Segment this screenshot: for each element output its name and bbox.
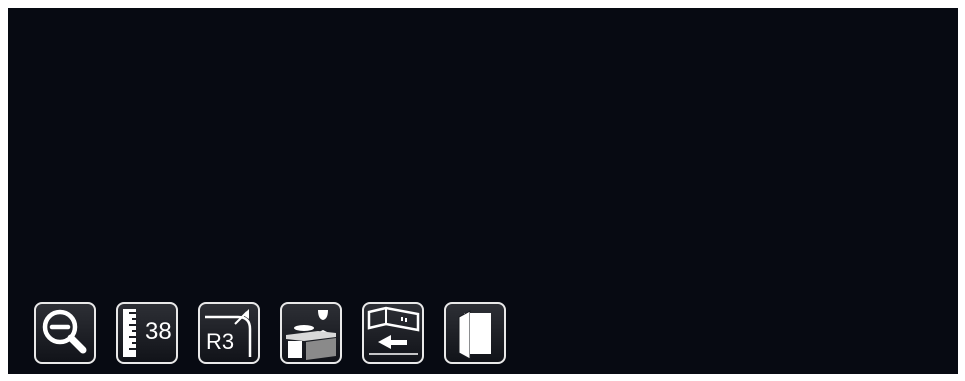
thickness-button[interactable]: 38 (116, 302, 178, 364)
cabinet-door-button[interactable] (444, 302, 506, 364)
wall-cabinet-button[interactable] (362, 302, 424, 364)
bottom-toolbar: 38 R3 (34, 302, 506, 364)
edge-radius-button[interactable]: R3 (198, 302, 260, 364)
wall-cabinet-icon (367, 306, 420, 355)
render-viewport: 38 R3 (8, 8, 958, 374)
thickness-value: 38 (145, 318, 172, 345)
edge-radius-value: R3 (206, 329, 235, 354)
worktop-icon (286, 310, 336, 360)
zoom-out-button[interactable] (34, 302, 96, 364)
cabinet-door-icon (458, 310, 491, 360)
worktop-button[interactable] (280, 302, 342, 364)
zoom-out-icon (42, 309, 87, 354)
